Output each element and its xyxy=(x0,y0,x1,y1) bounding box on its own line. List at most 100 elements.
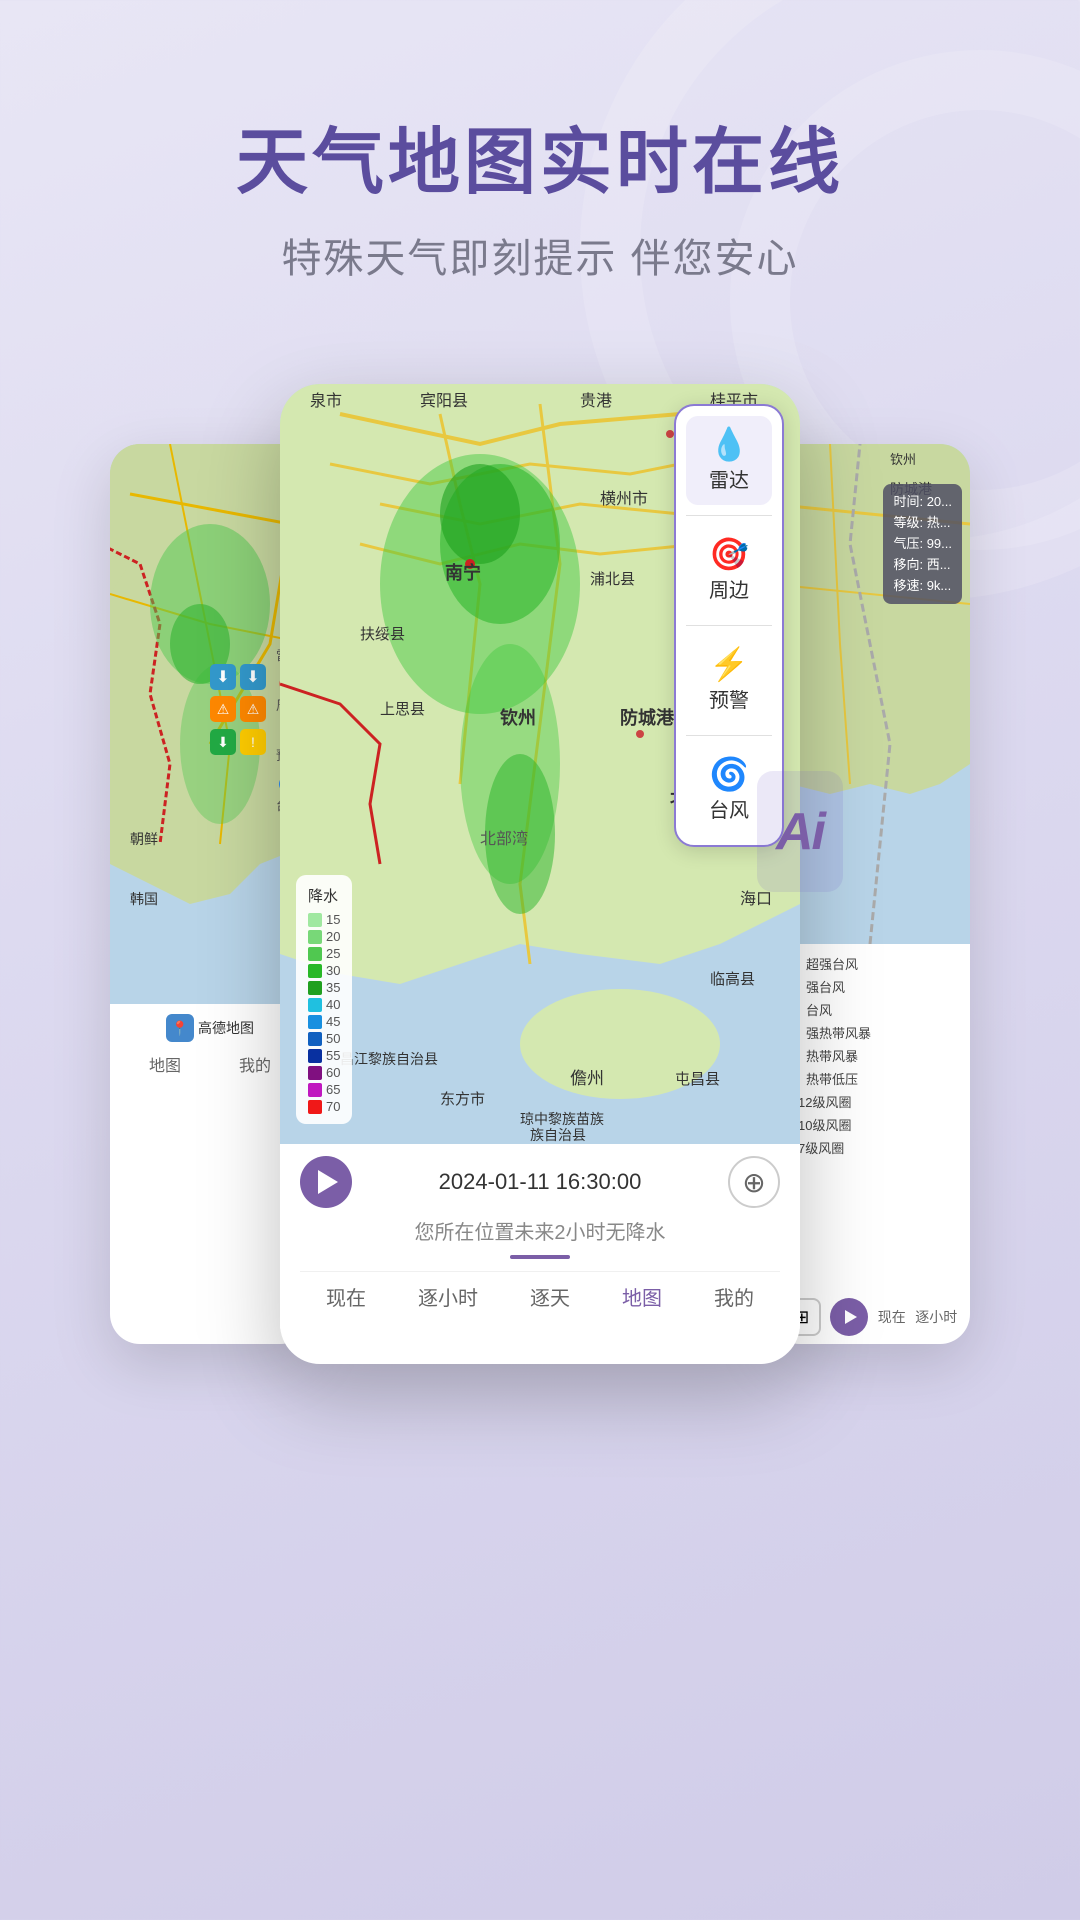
nav-map[interactable]: 地图 xyxy=(622,1282,662,1311)
bottom-nav: 现在 逐小时 逐天 地图 我的 xyxy=(300,1271,780,1317)
svg-text:宾阳县: 宾阳县 xyxy=(420,392,468,410)
legend-row-40: 40 xyxy=(308,997,340,1012)
nearby-icon: 🎯 xyxy=(709,538,749,570)
page-title: 天气地图实时在线 xyxy=(0,120,1080,206)
svg-text:东方市: 东方市 xyxy=(440,1091,485,1108)
ai-badge: Ai xyxy=(757,771,843,892)
svg-text:昌江黎族自治县: 昌江黎族自治县 xyxy=(340,1051,438,1067)
location-button[interactable]: ⊕ xyxy=(728,1156,780,1208)
legend-color-15 xyxy=(308,913,322,927)
svg-text:!: ! xyxy=(251,734,255,750)
main-card: 泉市 宾阳县 贵港 桂平市 南宁 横州市 扶绥县 浦北县 博 上思县 钦州 防城… xyxy=(280,384,800,1364)
legend-row-65: 65 xyxy=(308,1082,340,1097)
legend-strong-storm: 强热带风暴 xyxy=(780,1023,960,1042)
nearby-control[interactable]: 🎯 周边 xyxy=(686,526,772,615)
radar-icon: 💧 xyxy=(709,428,749,460)
svg-text:扶绥县: 扶绥县 xyxy=(360,626,405,643)
tab-indicator xyxy=(510,1255,570,1259)
left-logo: 📍 高德地图 xyxy=(166,1014,254,1042)
main-map-area: 泉市 宾阳县 贵港 桂平市 南宁 横州市 扶绥县 浦北县 博 上思县 钦州 防城… xyxy=(280,384,800,1144)
right-play-icon xyxy=(845,1310,857,1324)
warning-icon: ⚡ xyxy=(709,648,749,680)
svg-text:上思县: 上思县 xyxy=(380,701,425,718)
legend-low-pressure: 热带低压 xyxy=(780,1069,960,1088)
svg-text:韩国: 韩国 xyxy=(130,891,158,907)
legend-bar: 15 20 25 30 xyxy=(308,912,340,1114)
svg-text:海口: 海口 xyxy=(740,890,772,908)
legend-row-35: 35 xyxy=(308,980,340,995)
legend-row-70: 70 xyxy=(308,1099,340,1114)
header-section: 天气地图实时在线 特殊天气即刻提示 伴您安心 xyxy=(0,0,1080,344)
legend-strong-typhoon: 强台风 xyxy=(780,977,960,996)
svg-text:泉市: 泉市 xyxy=(310,392,342,410)
play-button[interactable] xyxy=(300,1156,352,1208)
legend-color-60 xyxy=(308,1066,322,1080)
left-bottom-nav: 地图 我的 xyxy=(120,1052,300,1082)
logo-icon: 📍 xyxy=(166,1014,194,1042)
legend-super-typhoon: 超强台风 xyxy=(780,954,960,973)
svg-text:浦北县: 浦北县 xyxy=(590,571,635,588)
info-line-speed: 移速: 9k... xyxy=(893,576,952,597)
info-line-direction: 移向: 西... xyxy=(893,555,952,576)
forecast-text: 您所在位置未来2小时无降水 xyxy=(300,1216,780,1245)
legend-row-60: 60 xyxy=(308,1065,340,1080)
svg-text:防城港: 防城港 xyxy=(620,707,675,728)
right-info-box: 时间: 20... 等级: 热... 气压: 99... 移向: 西... 移速… xyxy=(883,484,962,604)
legend-color-55 xyxy=(308,1049,322,1063)
legend-color-20 xyxy=(308,930,322,944)
svg-text:⚠: ⚠ xyxy=(217,701,230,717)
page-subtitle: 特殊天气即刻提示 伴您安心 xyxy=(0,226,1080,284)
legend-row-15: 15 xyxy=(308,912,340,927)
play-icon xyxy=(318,1170,338,1194)
cards-container: ⬇ ⬇ ⚠ ⚠ ⬇ ! 朝鲜 韩国 💧 雷达 xyxy=(0,344,1080,1464)
legend-title: 降水 xyxy=(308,885,340,906)
legend-row-55: 55 xyxy=(308,1048,340,1063)
nav-mine[interactable]: 我的 xyxy=(714,1282,754,1311)
divider-3 xyxy=(686,735,772,736)
nav-hourly[interactable]: 逐小时 xyxy=(418,1282,478,1311)
svg-text:钦州: 钦州 xyxy=(890,452,916,467)
divider-2 xyxy=(686,625,772,626)
legend-row-25: 25 xyxy=(308,946,340,961)
radar-control[interactable]: 💧 雷达 xyxy=(686,416,772,505)
legend-box: 降水 15 20 25 30 xyxy=(296,875,352,1124)
warning-control[interactable]: ⚡ 预警 xyxy=(686,636,772,725)
svg-text:⬇: ⬇ xyxy=(246,669,259,686)
svg-text:朝鲜: 朝鲜 xyxy=(130,831,158,847)
legend-row-50: 50 xyxy=(308,1031,340,1046)
right-card-bottom-controls: ⊞ 现在 逐小时 xyxy=(770,1298,970,1336)
nav-now[interactable]: 现在 xyxy=(326,1282,366,1311)
right-play-button[interactable] xyxy=(830,1298,868,1336)
legend-row-30: 30 xyxy=(308,963,340,978)
svg-text:横州市: 横州市 xyxy=(600,490,648,508)
location-icon: ⊕ xyxy=(742,1166,765,1199)
svg-text:钦州: 钦州 xyxy=(500,707,536,728)
legend-color-25 xyxy=(308,947,322,961)
legend-7-ring: 7级风圈 xyxy=(780,1138,960,1157)
info-line-level: 等级: 热... xyxy=(893,513,952,534)
legend-storm: 热带风暴 xyxy=(780,1046,960,1065)
legend-typhoon: 台风 xyxy=(780,1000,960,1019)
legend-10-ring: 10级风圈 xyxy=(780,1115,960,1134)
svg-text:临高县: 临高县 xyxy=(710,971,755,988)
legend-color-50 xyxy=(308,1032,322,1046)
legend-color-65 xyxy=(308,1083,322,1097)
right-card: 防城港 钦州 时间: 20... 等级: 热... 气压: 99... 移向: … xyxy=(770,444,970,1344)
legend-color-35 xyxy=(308,981,322,995)
time-control: 2024-01-11 16:30:00 ⊕ xyxy=(300,1156,780,1208)
svg-text:⚠: ⚠ xyxy=(247,701,260,717)
legend-row-45: 45 xyxy=(308,1014,340,1029)
ai-label: Ai xyxy=(776,802,824,862)
legend-color-30 xyxy=(308,964,322,978)
legend-row-20: 20 xyxy=(308,929,340,944)
bottom-controls: 2024-01-11 16:30:00 ⊕ 您所在位置未来2小时无降水 现在 逐… xyxy=(280,1144,800,1329)
svg-text:南宁: 南宁 xyxy=(445,562,481,583)
svg-text:贵港: 贵港 xyxy=(580,392,612,410)
legend-color-70 xyxy=(308,1100,322,1114)
svg-text:族自治县: 族自治县 xyxy=(530,1127,586,1143)
svg-text:琼中黎族苗族: 琼中黎族苗族 xyxy=(520,1111,604,1127)
nav-daily[interactable]: 逐天 xyxy=(530,1282,570,1311)
svg-text:⬇: ⬇ xyxy=(216,669,229,686)
info-line-time: 时间: 20... xyxy=(893,492,952,513)
svg-text:⬇: ⬇ xyxy=(217,734,229,750)
